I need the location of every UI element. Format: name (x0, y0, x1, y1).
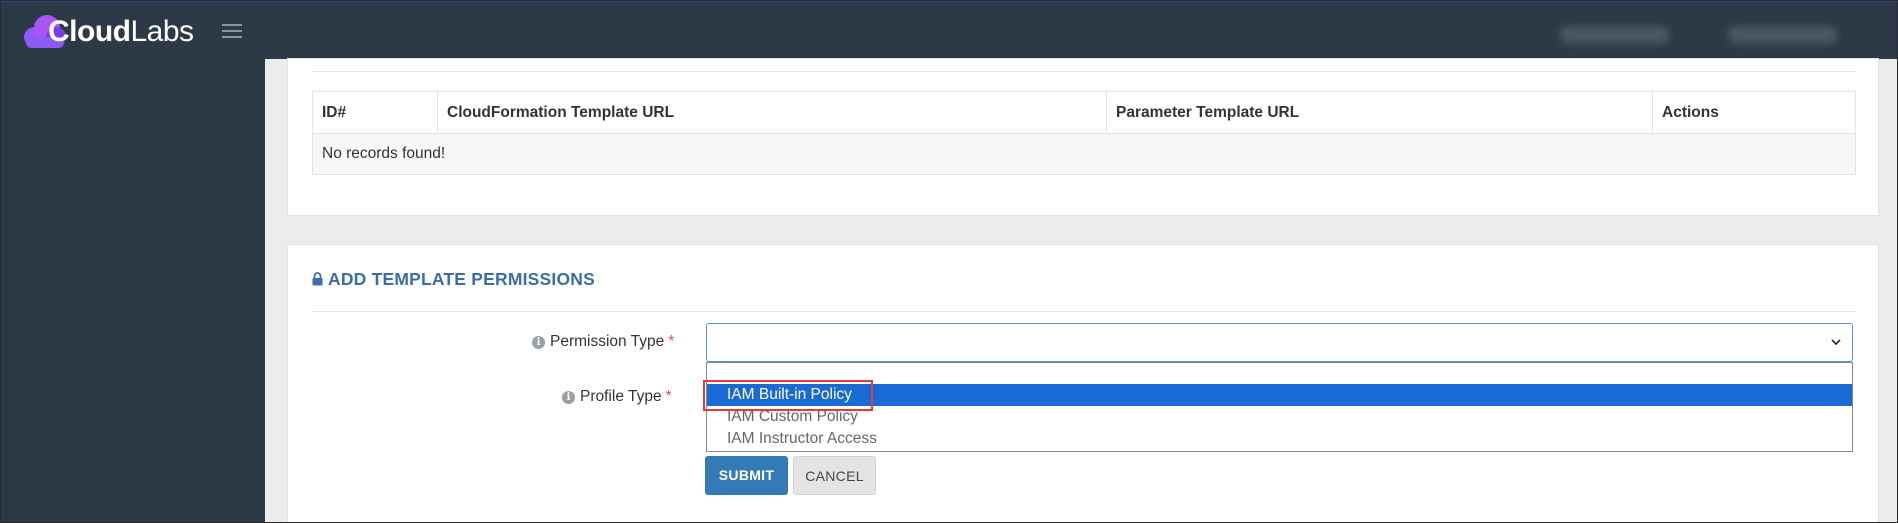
template-permissions-card: ADD TEMPLATE PERMISSIONS i Permission Ty… (287, 244, 1879, 523)
empty-message: No records found! (312, 133, 1856, 175)
profile-type-label-text: Profile Type (580, 388, 662, 405)
top-navbar: CloudLabs (0, 0, 1898, 59)
templates-table: ID# CloudFormation Template URL Paramete… (312, 91, 1856, 175)
sidebar (0, 59, 265, 523)
profile-type-label: i Profile Type * (562, 388, 672, 406)
hamburger-menu-icon[interactable] (222, 24, 242, 38)
dropdown-option-iam-instructor-access[interactable]: IAM Instructor Access (707, 428, 1852, 450)
blurred-account-menu[interactable] (1728, 26, 1838, 44)
permission-type-select[interactable] (706, 323, 1853, 362)
cloudlabs-logo[interactable]: CloudLabs (22, 12, 194, 52)
column-header-cloudformation-url: CloudFormation Template URL (437, 91, 1107, 134)
permission-type-label-text: Permission Type (550, 333, 665, 350)
divider (312, 311, 1856, 312)
divider (312, 71, 1856, 72)
info-icon[interactable]: i (562, 390, 575, 404)
submit-button[interactable]: SUBMIT (705, 456, 788, 495)
info-icon[interactable]: i (532, 335, 545, 349)
blurred-user-info (1560, 26, 1670, 44)
section-title-text: ADD TEMPLATE PERMISSIONS (328, 269, 595, 289)
required-asterisk: * (668, 333, 675, 350)
table-header-row: ID# CloudFormation Template URL Paramete… (312, 91, 1856, 134)
templates-card: ID# CloudFormation Template URL Paramete… (287, 58, 1879, 216)
permission-type-label: i Permission Type * (532, 333, 674, 351)
cancel-button[interactable]: CANCEL (793, 456, 876, 495)
section-title: ADD TEMPLATE PERMISSIONS (312, 269, 595, 290)
dropdown-option-iam-built-in-policy[interactable]: IAM Built-in Policy (703, 380, 1852, 411)
logo-text: CloudLabs (48, 15, 194, 48)
column-header-actions: Actions (1652, 91, 1856, 134)
dropdown-option-iam-custom-policy[interactable]: IAM Custom Policy (707, 406, 1852, 428)
annotation-highlight-box (703, 380, 873, 411)
lock-icon (312, 271, 323, 285)
column-header-parameter-url: Parameter Template URL (1106, 91, 1653, 134)
table-row: No records found! (312, 133, 1856, 175)
required-asterisk: * (665, 388, 672, 405)
permission-type-dropdown-list: IAM Built-in Policy IAM Custom Policy IA… (703, 362, 1853, 452)
chevron-down-icon (1831, 339, 1841, 346)
column-header-id: ID# (312, 91, 438, 134)
